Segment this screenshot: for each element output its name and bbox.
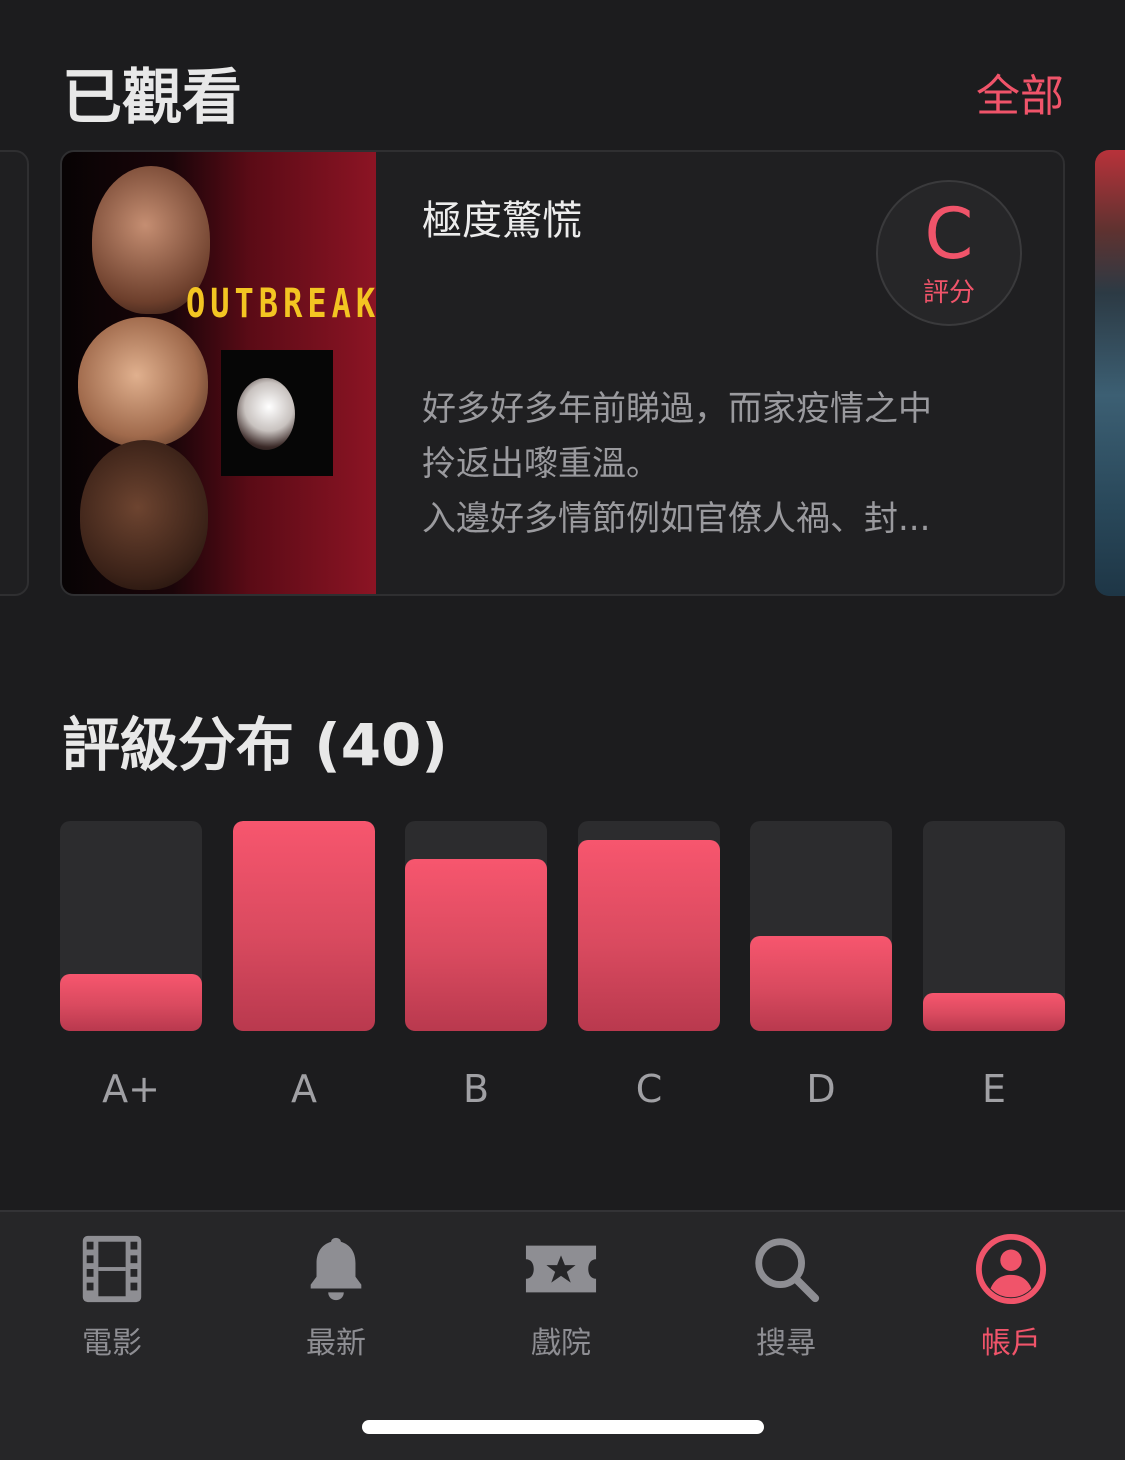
watched-movie-card[interactable]: OUTBREAK 極度驚慌 C 評分 好多好多年前睇過，而家疫情之中 拎返出嚟重… [60, 150, 1065, 596]
bar-label: D [806, 1067, 836, 1111]
watched-header: 已觀看 全部 [62, 52, 1064, 133]
review-line: 拎返出嚟重溫。 [422, 444, 660, 484]
poster-monkey-inset [221, 350, 333, 476]
ticket-star-icon [525, 1245, 597, 1293]
previous-card[interactable] [0, 150, 29, 596]
bar-b [405, 821, 547, 1031]
tab-latest[interactable]: 最新 [266, 1232, 406, 1362]
watched-section-title: 已觀看 [62, 62, 242, 133]
tab-label: 最新 [306, 1326, 366, 1361]
bar-track [578, 821, 720, 1031]
bar-c [578, 821, 720, 1031]
bar-e [923, 821, 1065, 1031]
tab-account[interactable]: 帳戶 [941, 1232, 1081, 1362]
poster-monkey [237, 378, 295, 450]
review-line: 好多好多年前睇過，而家疫情之中 [422, 389, 932, 429]
tab-label: 搜尋 [756, 1326, 816, 1361]
bar-label: E [981, 1067, 1006, 1111]
movie-title: 極度驚慌 [422, 198, 582, 244]
bar-d [750, 821, 892, 1031]
poster-face-2 [78, 317, 208, 447]
bar-track [60, 821, 202, 1031]
rating-distribution-title: 評級分布 (40) [62, 711, 448, 779]
tab-label: 電影 [82, 1326, 142, 1361]
bar-fill [750, 936, 892, 1031]
grade-caption: 評分 [922, 277, 975, 308]
bar-label: A+ [102, 1067, 160, 1111]
account-page: 已觀看 全部 OUTBREAK 極度驚慌 C 評分 好多好多年前睇過，而家疫情之… [0, 0, 1125, 1460]
bar-a-plus [60, 821, 202, 1031]
next-card[interactable] [1095, 150, 1125, 596]
bar-fill [233, 821, 375, 1031]
search-icon [755, 1238, 820, 1303]
bar-track [233, 821, 375, 1031]
bar-fill [60, 974, 202, 1031]
review-text: 好多好多年前睇過，而家疫情之中 拎返出嚟重溫。 入邊好多情節例如官僚人禍、封..… [422, 382, 1012, 547]
review-line: 入邊好多情節例如官僚人禍、封... [422, 499, 931, 539]
movie-poster: OUTBREAK [62, 152, 376, 594]
bar-label: A [291, 1067, 317, 1111]
film-icon [82, 1235, 142, 1303]
tab-label: 帳戶 [981, 1326, 1041, 1361]
grade-badge: C 評分 [876, 180, 1022, 326]
bar-fill [405, 859, 547, 1031]
bar-fill [578, 840, 720, 1031]
tab-movies[interactable]: 電影 [42, 1232, 182, 1362]
rating-distribution-chart: A+ A B C D E [60, 821, 1065, 1121]
home-indicator[interactable] [362, 1420, 764, 1434]
tab-cinemas[interactable]: 戲院 [491, 1232, 631, 1362]
poster-title-text: OUTBREAK [186, 279, 376, 327]
bar-fill [923, 993, 1065, 1031]
bar-label: B [462, 1067, 490, 1111]
see-all-link[interactable]: 全部 [976, 60, 1064, 124]
poster-face-3 [80, 440, 208, 590]
bar-a [233, 821, 375, 1031]
grade-letter: C [924, 192, 974, 275]
bar-track [405, 821, 547, 1031]
bar-track [750, 821, 892, 1031]
bell-icon [310, 1237, 362, 1301]
tab-label: 戲院 [531, 1326, 591, 1361]
bar-track [923, 821, 1065, 1031]
tab-search[interactable]: 搜尋 [716, 1232, 856, 1362]
account-icon [975, 1233, 1047, 1305]
bar-label: C [635, 1067, 663, 1111]
